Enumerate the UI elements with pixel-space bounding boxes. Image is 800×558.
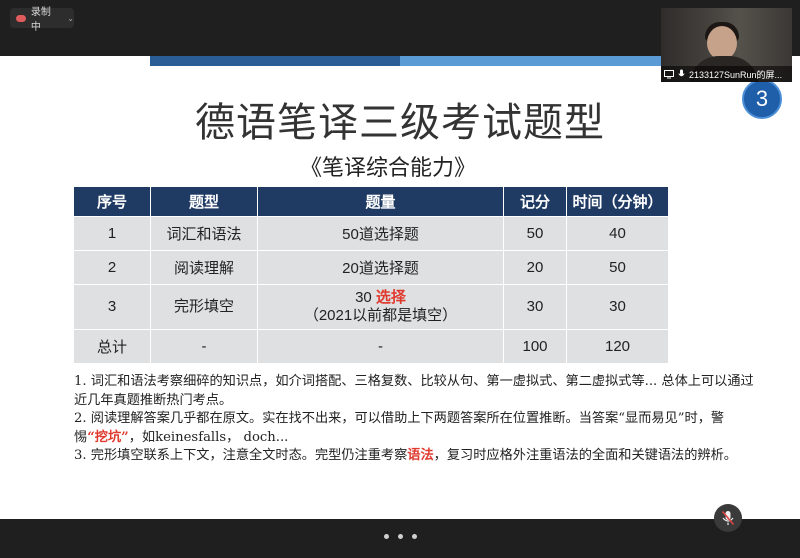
mic-muted-button[interactable] <box>714 504 742 532</box>
cell-score: 30 <box>503 284 567 330</box>
header-type: 题型 <box>150 186 258 217</box>
note-3: 3. 完形填空联系上下文，注意全文时态。完型仍注重考察语法，复习时应格外注重语法… <box>74 447 754 466</box>
cell-time: 40 <box>566 216 669 251</box>
table-row: 2 阅读理解 20道选择题 20 50 <box>73 250 669 285</box>
note-2-text-b: ，如keinesfalls， doch... <box>128 429 289 445</box>
cell-amount: 50道选择题 <box>257 216 504 251</box>
mic-muted-icon <box>721 510 735 526</box>
participant-name-bar: 2133127SunRun的屏... <box>661 66 792 82</box>
cell-score: 20 <box>503 250 567 285</box>
header-bar-light <box>400 56 662 66</box>
recording-indicator[interactable]: 录制中 ⌄ <box>10 7 74 33</box>
cell-no: 3 <box>73 284 151 330</box>
slide-title: 德语笔译三级考试题型 <box>195 100 605 146</box>
note-2: 2. 阅读理解答案几乎都在原文。实在找不出来，可以借助上下两题答案所在位置推断。… <box>74 410 754 447</box>
cell-time: 30 <box>566 284 669 330</box>
table-row: 总计 - - 100 120 <box>73 329 669 364</box>
cell-time: 50 <box>566 250 669 285</box>
cell-type: 阅读理解 <box>150 250 258 285</box>
cell-no: 2 <box>73 250 151 285</box>
amount-note: （2021以前都是填空） <box>303 307 458 324</box>
header-time: 时间（分钟） <box>566 186 669 217</box>
pagination-dots[interactable] <box>384 534 417 539</box>
cell-no: 总计 <box>73 329 151 364</box>
cell-no: 1 <box>73 216 151 251</box>
notes: 1. 词汇和语法考察细碎的知识点，如介词搭配、三格复数、比较从句、第一虚拟式、第… <box>74 373 754 466</box>
participant-name: 2133127SunRun的屏... <box>689 69 783 80</box>
note-3-highlight: 语法 <box>407 448 434 463</box>
cell-amount: 20道选择题 <box>257 250 504 285</box>
cell-amount: 30 选择 （2021以前都是填空） <box>257 284 504 330</box>
cell-type: 词汇和语法 <box>150 216 258 251</box>
header-score: 记分 <box>503 186 567 217</box>
mic-icon <box>678 69 685 77</box>
chevron-down-icon[interactable]: ⌄ <box>67 14 74 23</box>
amount-number: 30 <box>355 289 372 306</box>
exam-format-table: 序号 题型 题量 记分 时间（分钟） 1 词汇和语法 50道选择题 50 40 … <box>73 186 669 364</box>
amount-highlight: 选择 <box>375 289 406 306</box>
cell-score: 50 <box>503 216 567 251</box>
dot-2[interactable] <box>398 534 403 539</box>
table-row: 3 完形填空 30 选择 （2021以前都是填空） 30 30 <box>73 284 669 330</box>
note-2-highlight: “挖坑” <box>87 429 129 445</box>
dot-1[interactable] <box>384 534 389 539</box>
note-3-text-b: ，复习时应格外注重语法的全面和关键语法的辨析。 <box>433 448 737 463</box>
table-row: 1 词汇和语法 50道选择题 50 40 <box>73 216 669 251</box>
header-amount: 题量 <box>257 186 504 217</box>
header-bar-dark <box>150 56 400 66</box>
dot-3[interactable] <box>412 534 417 539</box>
recording-label: 录制中 <box>30 7 51 33</box>
note-1: 1. 词汇和语法考察细碎的知识点，如介词搭配、三格复数、比较从句、第一虚拟式、第… <box>74 374 754 408</box>
slide-subtitle: 《笔译综合能力》 <box>300 156 477 181</box>
header-no: 序号 <box>73 186 151 217</box>
cell-time: 120 <box>566 329 669 364</box>
participant-video[interactable]: 2133127SunRun的屏... <box>661 8 792 82</box>
screen-share-icon <box>664 69 674 78</box>
cell-type: 完形填空 <box>150 284 258 330</box>
table-header-row: 序号 题型 题量 记分 时间（分钟） <box>73 186 669 217</box>
cloud-record-icon <box>16 14 26 22</box>
cell-score: 100 <box>503 329 567 364</box>
cell-type: - <box>150 329 258 364</box>
note-3-text-a: 3. 完形填空联系上下文，注意全文时态。完型仍注重考察 <box>74 448 408 463</box>
cell-amount: - <box>257 329 504 364</box>
slide: 3 德语笔译三级考试题型 《笔译综合能力》 序号 题型 题量 记分 时间（分钟）… <box>0 56 800 519</box>
